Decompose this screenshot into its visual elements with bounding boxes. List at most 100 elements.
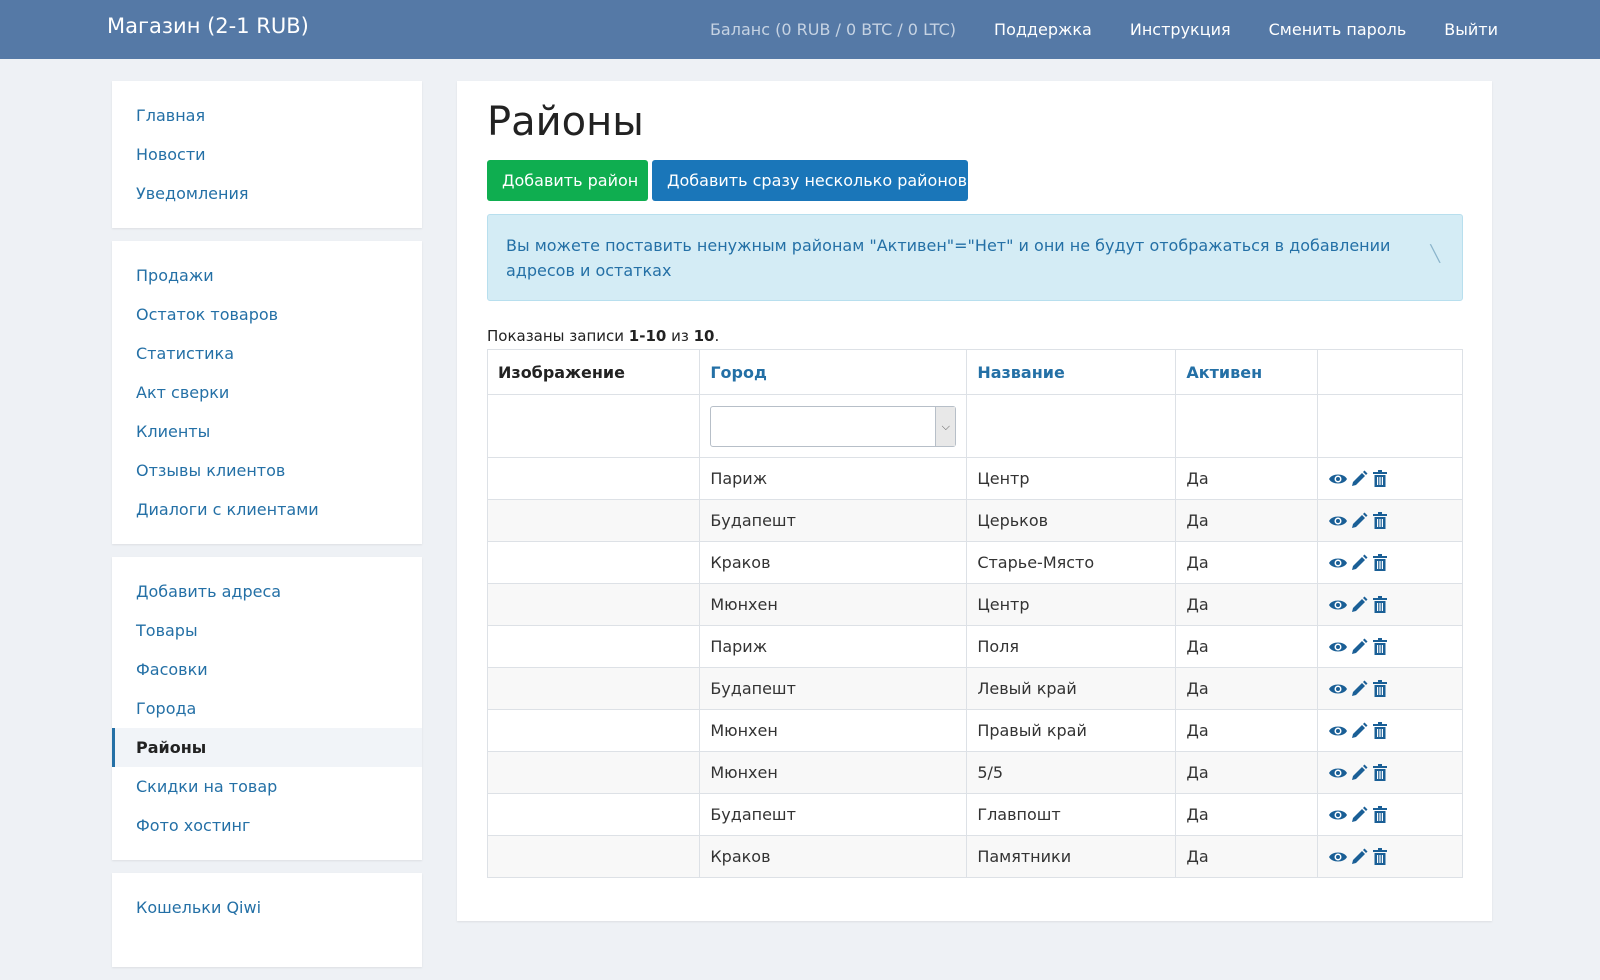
- cell-active: Да: [1175, 751, 1318, 794]
- cell-image: [486, 667, 701, 710]
- cell-active: Да: [1175, 541, 1318, 584]
- chevron-down-icon[interactable]: ⌵: [935, 406, 956, 446]
- sidebar-item-reviews[interactable]: Отзывы клиентов: [112, 451, 422, 490]
- cell-actions: [1316, 541, 1464, 584]
- brand-title[interactable]: Магазин (2-1 RUB): [107, 14, 309, 38]
- cell-actions: [1316, 583, 1464, 626]
- cell-active: Да: [1175, 793, 1318, 836]
- trash-icon[interactable]: [1370, 553, 1390, 573]
- eye-icon[interactable]: [1328, 511, 1348, 531]
- row-actions: [1328, 847, 1452, 867]
- cell-actions: [1316, 457, 1464, 500]
- pencil-icon[interactable]: [1349, 469, 1369, 489]
- sidebar-item-photo-hosting[interactable]: Фото хостинг: [112, 806, 422, 845]
- sidebar-item-statistics[interactable]: Статистика: [112, 334, 422, 373]
- trash-icon[interactable]: [1370, 721, 1390, 741]
- column-header-city[interactable]: Город: [699, 349, 968, 395]
- sidebar-item-districts[interactable]: Районы: [112, 728, 422, 767]
- row-actions: [1328, 721, 1452, 741]
- sidebar-item-clients[interactable]: Клиенты: [112, 412, 422, 451]
- nav-logout-link[interactable]: Выйти: [1444, 20, 1498, 39]
- cell-actions: [1316, 709, 1464, 752]
- page-title: Районы: [487, 99, 644, 145]
- eye-icon[interactable]: [1328, 847, 1348, 867]
- sidebar-item-news[interactable]: Новости: [112, 135, 422, 174]
- sidebar-item-stock[interactable]: Остаток товаров: [112, 295, 422, 334]
- pencil-icon[interactable]: [1349, 511, 1369, 531]
- cell-city: Мюнхен: [699, 751, 968, 794]
- nav-instruction-link[interactable]: Инструкция: [1130, 20, 1231, 39]
- eye-icon[interactable]: [1328, 721, 1348, 741]
- sidebar-item-notifications[interactable]: Уведомления: [112, 174, 422, 213]
- trash-icon[interactable]: [1370, 763, 1390, 783]
- pencil-icon[interactable]: [1349, 721, 1369, 741]
- sidebar-item-products[interactable]: Товары: [112, 611, 422, 650]
- sidebar-item-cities[interactable]: Города: [112, 689, 422, 728]
- trash-icon[interactable]: [1370, 805, 1390, 825]
- cell-city: Будапешт: [699, 793, 968, 836]
- records-summary: Показаны записи 1-10 из 10.: [487, 327, 719, 345]
- filter-cell-image: [486, 394, 701, 458]
- cell-actions: [1316, 625, 1464, 668]
- cell-image: [486, 499, 701, 542]
- pencil-icon[interactable]: [1349, 553, 1369, 573]
- eye-icon[interactable]: [1328, 805, 1348, 825]
- cell-image: [486, 625, 701, 668]
- sidebar-panel-general: Главная Новости Уведомления: [112, 81, 422, 228]
- pencil-icon[interactable]: [1349, 805, 1369, 825]
- cell-name: Старье-Място: [966, 541, 1177, 584]
- pencil-icon[interactable]: [1349, 637, 1369, 657]
- pencil-icon[interactable]: [1349, 679, 1369, 699]
- sidebar-item-qiwi-wallets[interactable]: Кошельки Qiwi: [112, 888, 422, 927]
- sidebar-item-sales[interactable]: Продажи: [112, 256, 422, 295]
- sidebar-item-packaging[interactable]: Фасовки: [112, 650, 422, 689]
- sidebar-item-discounts[interactable]: Скидки на товар: [112, 767, 422, 806]
- trash-icon[interactable]: [1370, 469, 1390, 489]
- add-district-button[interactable]: Добавить район: [487, 160, 648, 201]
- nav-change-password-link[interactable]: Сменить пароль: [1269, 20, 1407, 39]
- trash-icon[interactable]: [1370, 595, 1390, 615]
- cell-image: [486, 751, 701, 794]
- nav-support-link[interactable]: Поддержка: [994, 20, 1092, 39]
- eye-icon[interactable]: [1328, 553, 1348, 573]
- sidebar-item-home[interactable]: Главная: [112, 96, 422, 135]
- summary-suffix: .: [714, 327, 720, 345]
- sidebar-panel-catalog: Добавить адреса Товары Фасовки Города Ра…: [112, 557, 422, 860]
- info-alert-text: Вы можете поставить ненужным районам "Ак…: [506, 236, 1391, 280]
- column-header-name[interactable]: Название: [966, 349, 1177, 395]
- row-actions: [1328, 679, 1452, 699]
- pencil-icon[interactable]: [1349, 847, 1369, 867]
- cell-image: [486, 709, 701, 752]
- top-nav: Баланс (0 RUB / 0 BTC / 0 LTC) Поддержка…: [710, 0, 1498, 59]
- sidebar-item-reconciliation[interactable]: Акт сверки: [112, 373, 422, 412]
- pencil-icon[interactable]: [1349, 595, 1369, 615]
- add-multiple-districts-button[interactable]: Добавить сразу несколько районов: [652, 160, 968, 201]
- column-header-active[interactable]: Активен: [1175, 349, 1318, 395]
- city-filter-select[interactable]: ⌵: [710, 405, 957, 447]
- trash-icon[interactable]: [1370, 637, 1390, 657]
- trash-icon[interactable]: [1370, 511, 1390, 531]
- eye-icon[interactable]: [1328, 763, 1348, 783]
- cell-name: Памятники: [966, 835, 1177, 878]
- table-row: Париж Центр Да: [486, 457, 1464, 500]
- eye-icon[interactable]: [1328, 469, 1348, 489]
- info-alert: Вы можете поставить ненужным районам "Ак…: [487, 214, 1463, 301]
- summary-range: 1-10: [628, 327, 667, 345]
- table-row: Мюнхен 5/5 Да: [486, 751, 1464, 794]
- cell-active: Да: [1175, 499, 1318, 542]
- eye-icon[interactable]: [1328, 595, 1348, 615]
- trash-icon[interactable]: [1370, 679, 1390, 699]
- sidebar-item-dialogs[interactable]: Диалоги с клиентами: [112, 490, 422, 529]
- sidebar-panel-wallets: Кошельки Qiwi: [112, 873, 422, 967]
- close-icon[interactable]: ╲: [1430, 241, 1440, 266]
- cell-image: [486, 457, 701, 500]
- eye-icon[interactable]: [1328, 637, 1348, 657]
- summary-prefix: Показаны записи: [487, 327, 629, 345]
- main-content: Районы Добавить район Добавить сразу нес…: [457, 81, 1492, 921]
- filter-cell-name: [966, 394, 1177, 458]
- trash-icon[interactable]: [1370, 847, 1390, 867]
- pencil-icon[interactable]: [1349, 763, 1369, 783]
- eye-icon[interactable]: [1328, 679, 1348, 699]
- cell-active: Да: [1175, 835, 1318, 878]
- sidebar-item-add-addresses[interactable]: Добавить адреса: [112, 572, 422, 611]
